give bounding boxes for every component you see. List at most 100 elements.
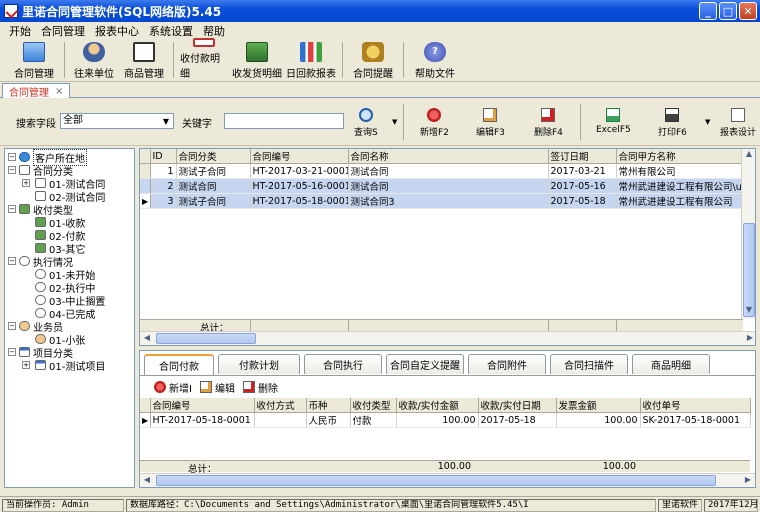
col-amount[interactable]: 收款/实付金额: [396, 398, 479, 413]
tree-node-location[interactable]: 客户所在地: [19, 149, 87, 166]
goods-button[interactable]: 商品管理: [119, 38, 169, 80]
payment-horizontal-scrollbar[interactable]: ◀ ▶: [140, 473, 755, 487]
tree-node-contract-01[interactable]: 01-测试合同: [35, 177, 105, 191]
tab-scans[interactable]: 合同扫描件: [550, 354, 628, 374]
tab-payment-plan[interactable]: 付款计划: [218, 354, 300, 374]
excel-button[interactable]: ExcelF5: [596, 108, 631, 135]
scroll-thumb[interactable]: [156, 333, 256, 344]
close-tab-icon[interactable]: ×: [55, 86, 63, 97]
col-pay-date[interactable]: 收款/实付日期: [478, 398, 557, 413]
minimize-button[interactable]: _: [699, 2, 717, 20]
collapse-icon[interactable]: −: [8, 322, 16, 330]
edit-button[interactable]: 编辑F3: [476, 108, 505, 138]
tree-node-exec-01[interactable]: 01-未开始: [35, 268, 95, 282]
scroll-right-icon[interactable]: ▶: [741, 475, 755, 484]
globe-icon: [19, 152, 30, 162]
menu-start[interactable]: 开始: [4, 22, 36, 38]
tree-node-project-01[interactable]: 01-测试项目: [35, 359, 105, 373]
add-button[interactable]: 新增F2: [420, 108, 449, 138]
grid-vertical-scrollbar[interactable]: ▲ ▼: [741, 149, 755, 319]
col-contract-number[interactable]: 合同编号: [150, 398, 255, 413]
col-category[interactable]: 合同分类: [176, 149, 251, 164]
tab-custom-reminder[interactable]: 合同自定义提醒: [386, 354, 464, 374]
detail-edit-button[interactable]: 编辑: [199, 380, 235, 395]
tab-goods-detail[interactable]: 商品明细: [632, 354, 710, 374]
col-number[interactable]: 合同编号: [250, 149, 349, 164]
contract-reminder-button[interactable]: 合同提醒: [347, 38, 399, 80]
daily-report-button[interactable]: 日回款报表: [284, 38, 338, 80]
col-party-a[interactable]: 合同甲方名称: [616, 149, 743, 164]
payment-grid[interactable]: 合同编号 收付方式 币种 收付类型 收款/实付金额 收款/实付日期 发票金额 收…: [140, 398, 755, 487]
table-row[interactable]: 1 测试子合同 HT-2017-03-21-0001 测试合同 2017-03-…: [140, 163, 743, 179]
tree-node-exec-04[interactable]: 04-已完成: [35, 307, 95, 321]
table-row-current[interactable]: ▶ 3 测试子合同 HT-2017-05-18-0001 测试合同3 2017-…: [140, 193, 743, 209]
expand-icon[interactable]: +: [22, 179, 30, 187]
menu-contract[interactable]: 合同管理: [36, 22, 90, 38]
status-bar: 当前操作员: Admin 数据库路径：C:\Documents and Sett…: [0, 496, 760, 512]
collapse-icon[interactable]: −: [8, 257, 16, 265]
menu-reports[interactable]: 报表中心: [90, 22, 144, 38]
detail-tabs: 合同付款 付款计划 合同执行 合同自定义提醒 合同附件 合同扫描件 商品明细: [144, 354, 714, 375]
tree-node-exec-03[interactable]: 03-中止搁置: [35, 294, 105, 308]
tab-contract-execution[interactable]: 合同执行: [304, 354, 382, 374]
menu-settings[interactable]: 系统设置: [144, 22, 198, 38]
collapse-icon[interactable]: −: [8, 205, 16, 213]
print-dropdown-icon[interactable]: ▼: [705, 118, 710, 126]
col-receipt-number[interactable]: 收付单号: [640, 398, 751, 413]
tab-contract-payment[interactable]: 合同付款: [144, 354, 214, 375]
tree-node-pay-type[interactable]: 收付类型: [19, 203, 73, 217]
table-row[interactable]: 2 测试合同 HT-2017-05-16-0001 测试合同 2017-05-1…: [140, 178, 743, 194]
detail-add-button[interactable]: 新增I: [154, 380, 192, 395]
col-invoice-amount[interactable]: 发票金额: [556, 398, 641, 413]
partners-button[interactable]: 往来单位: [69, 38, 119, 80]
expand-icon[interactable]: +: [22, 361, 30, 369]
tree-node-contract-02[interactable]: 02-测试合同: [35, 190, 105, 204]
report-design-button[interactable]: 报表设计: [720, 108, 756, 138]
contract-grid[interactable]: ID 合同分类 合同编号 合同名称 签订日期 合同甲方名称 1 测试子合同 HT…: [139, 148, 756, 346]
col-name[interactable]: 合同名称: [348, 149, 549, 164]
scroll-thumb[interactable]: [743, 223, 755, 317]
tree-node-exec-02[interactable]: 02-执行中: [35, 281, 95, 295]
tree-node-exec-status[interactable]: 执行情况: [19, 255, 73, 269]
collapse-icon[interactable]: −: [8, 348, 16, 356]
collapse-icon[interactable]: −: [8, 153, 16, 161]
scroll-up-icon[interactable]: ▲: [742, 149, 755, 158]
contract-manage-button[interactable]: 合同管理: [8, 38, 60, 80]
col-pay-type[interactable]: 收付类型: [350, 398, 397, 413]
scroll-thumb[interactable]: [156, 475, 716, 486]
payment-detail-button[interactable]: 收付款明细: [178, 38, 230, 80]
close-button[interactable]: ✕: [739, 2, 757, 20]
print-button[interactable]: 打印F6: [658, 108, 687, 138]
scroll-left-icon[interactable]: ◀: [140, 475, 154, 484]
search-field-select[interactable]: 全部 ▼: [60, 113, 174, 129]
collapse-icon[interactable]: −: [8, 166, 16, 174]
help-file-button[interactable]: ? 帮助文件: [408, 38, 462, 80]
keyword-input[interactable]: [224, 113, 344, 129]
query-button[interactable]: 查询S: [354, 108, 378, 138]
query-dropdown-icon[interactable]: ▼: [392, 118, 397, 126]
maximize-button[interactable]: □: [719, 2, 737, 20]
category-tree[interactable]: − 客户所在地 − 合同分类 + 01-测试合同 02-测试合同 − 收付类型 …: [4, 148, 135, 488]
grid-horizontal-scrollbar[interactable]: ◀ ▶: [140, 331, 755, 345]
col-id[interactable]: ID: [150, 149, 177, 164]
col-currency[interactable]: 币种: [306, 398, 351, 413]
tree-node-pay-03[interactable]: 03-其它: [35, 242, 85, 256]
menu-help[interactable]: 帮助: [198, 22, 230, 38]
col-pay-method[interactable]: 收付方式: [254, 398, 307, 413]
delete-button[interactable]: 删除F4: [534, 108, 563, 138]
tree-node-project-category[interactable]: 项目分类: [19, 346, 73, 360]
scroll-down-icon[interactable]: ▼: [742, 305, 755, 314]
tree-node-salesman-01[interactable]: 01-小张: [35, 333, 85, 347]
shipping-detail-button[interactable]: 收发货明细: [230, 38, 284, 80]
tree-node-contract-category[interactable]: 合同分类: [19, 164, 73, 178]
tab-contract-manage[interactable]: 合同管理 ×: [2, 83, 71, 99]
scroll-left-icon[interactable]: ◀: [140, 333, 154, 342]
tree-node-pay-02[interactable]: 02-付款: [35, 229, 85, 243]
scroll-right-icon[interactable]: ▶: [743, 333, 755, 342]
col-sign-date[interactable]: 签订日期: [548, 149, 617, 164]
tree-node-pay-01[interactable]: 01-收款: [35, 216, 85, 230]
tree-node-salesman[interactable]: 业务员: [19, 320, 63, 334]
tab-attachments[interactable]: 合同附件: [468, 354, 546, 374]
detail-delete-button[interactable]: 删除: [242, 380, 278, 395]
table-row[interactable]: ▶ HT-2017-05-18-0001 人民币 付款 100.00 2017-…: [140, 412, 751, 428]
